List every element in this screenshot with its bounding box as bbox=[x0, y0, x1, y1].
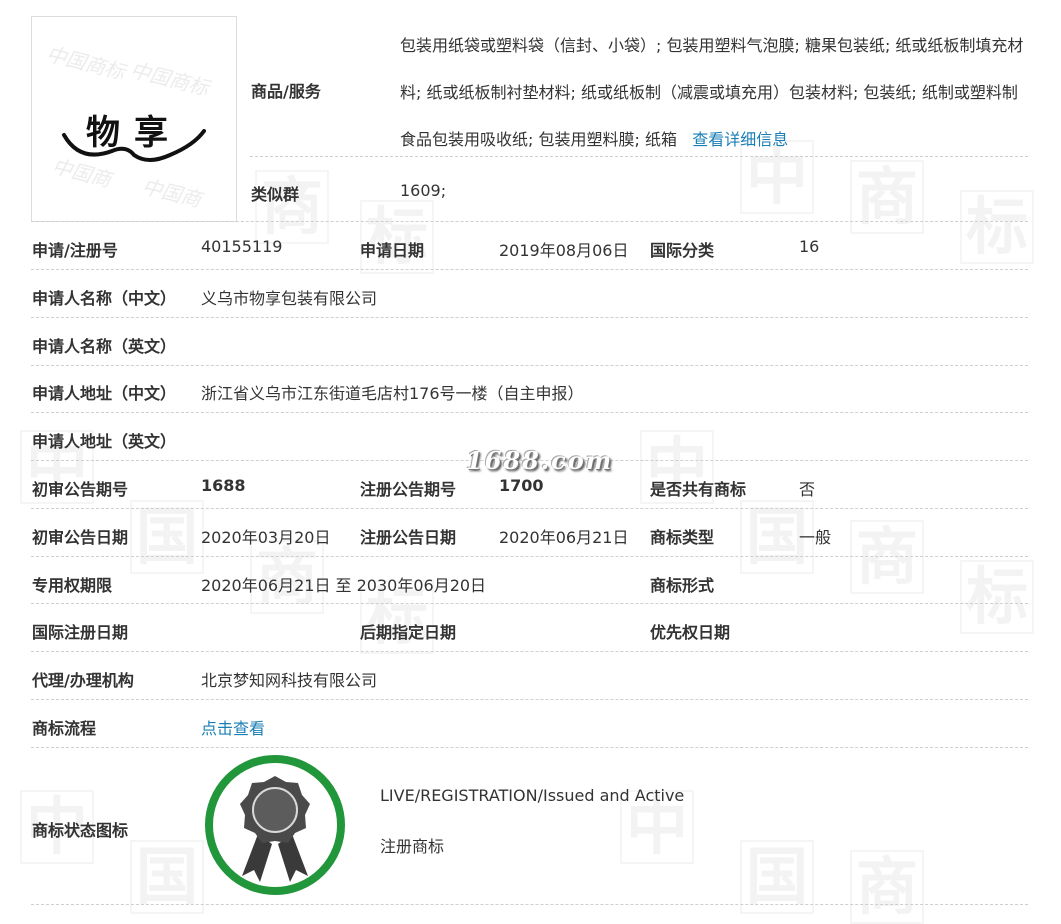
view-details-link[interactable]: 查看详细信息 bbox=[692, 130, 788, 149]
divider bbox=[31, 508, 1028, 509]
app-date-label: 申请日期 bbox=[360, 241, 425, 260]
divider bbox=[31, 603, 1028, 604]
divider bbox=[31, 556, 1028, 557]
priority-label: 优先权日期 bbox=[650, 623, 731, 642]
status-en-value: LIVE/REGISTRATION/Issued and Active bbox=[380, 786, 685, 805]
similar-group-value: 1609; bbox=[400, 181, 447, 200]
reg-issue-value: 1700 bbox=[499, 476, 544, 495]
applicant-en-label: 申请人名称（英文） bbox=[32, 337, 177, 356]
reg-date-value: 2020年06月21日 bbox=[499, 528, 629, 547]
address-en-label: 申请人地址（英文） bbox=[32, 432, 177, 451]
reg-no-label: 申请/注册号 bbox=[32, 241, 118, 260]
logo-watermark: 中国商 bbox=[139, 174, 204, 212]
divider bbox=[31, 747, 1028, 748]
shared-label: 是否共有商标 bbox=[650, 480, 747, 499]
agent-value: 北京梦知网科技有限公司 bbox=[201, 671, 378, 690]
type-label: 商标类型 bbox=[650, 528, 715, 547]
exclusive-label: 专用权期限 bbox=[32, 576, 113, 595]
shared-value: 否 bbox=[799, 480, 816, 499]
divider bbox=[31, 904, 1028, 905]
applicant-cn-label: 申请人名称（中文） bbox=[32, 289, 177, 308]
agent-label: 代理/办理机构 bbox=[32, 671, 134, 690]
address-cn-value: 浙江省义乌市江东街道毛店村176号一楼（自主申报） bbox=[201, 384, 584, 403]
applicant-cn-value: 义乌市物享包装有限公司 bbox=[201, 289, 378, 308]
divider bbox=[31, 412, 1028, 413]
type-value: 一般 bbox=[799, 528, 832, 547]
address-cn-label: 申请人地址（中文） bbox=[32, 384, 177, 403]
intl-class-label: 国际分类 bbox=[650, 241, 715, 260]
site-watermark: 1688.com bbox=[466, 446, 614, 475]
divider bbox=[31, 651, 1028, 652]
registered-status-badge-icon bbox=[205, 755, 345, 895]
similar-group-label: 类似群 bbox=[251, 185, 300, 204]
prelim-date-label: 初审公告日期 bbox=[32, 528, 129, 547]
form-label: 商标形式 bbox=[650, 576, 715, 595]
later-date-label: 后期指定日期 bbox=[360, 623, 457, 642]
intl-class-value: 16 bbox=[799, 237, 820, 256]
divider bbox=[31, 699, 1028, 700]
divider bbox=[250, 156, 1028, 157]
trademark-detail: 中国商标 中国商标 中国商 中国商 物享 商品/服务 包装用纸袋或塑料袋（信封、… bbox=[0, 0, 1061, 912]
logo-watermark: 中国商标 bbox=[127, 57, 212, 101]
divider bbox=[31, 269, 1028, 270]
status-cn-value: 注册商标 bbox=[380, 837, 445, 856]
intl-reg-date-label: 国际注册日期 bbox=[32, 623, 129, 642]
prelim-issue-value: 1688 bbox=[201, 476, 246, 495]
prelim-issue-label: 初审公告期号 bbox=[32, 480, 129, 499]
goods-services-text: 包装用纸袋或塑料袋（信封、小袋）; 包装用塑料气泡膜; 糖果包装纸; 纸或纸板制… bbox=[400, 22, 1030, 163]
logo-watermark: 中国商标 bbox=[43, 41, 128, 85]
view-flow-link[interactable]: 点击查看 bbox=[201, 715, 265, 739]
exclusive-value: 2020年06月21日 至 2030年06月20日 bbox=[201, 576, 487, 595]
divider bbox=[31, 365, 1028, 366]
prelim-date-value: 2020年03月20日 bbox=[201, 528, 331, 547]
app-date-value: 2019年08月06日 bbox=[499, 241, 629, 260]
reg-date-label: 注册公告日期 bbox=[360, 528, 457, 547]
divider bbox=[31, 317, 1028, 318]
flow-label: 商标流程 bbox=[32, 719, 97, 738]
reg-no-value: 40155119 bbox=[201, 237, 283, 256]
goods-services-label: 商品/服务 bbox=[251, 82, 321, 101]
trademark-logo-image: 中国商标 中国商标 中国商 中国商 物享 bbox=[31, 16, 237, 222]
divider bbox=[31, 221, 1028, 222]
reg-issue-label: 注册公告期号 bbox=[360, 480, 457, 499]
status-icon-label: 商标状态图标 bbox=[32, 821, 129, 840]
logo-swoosh-icon bbox=[62, 129, 206, 162]
